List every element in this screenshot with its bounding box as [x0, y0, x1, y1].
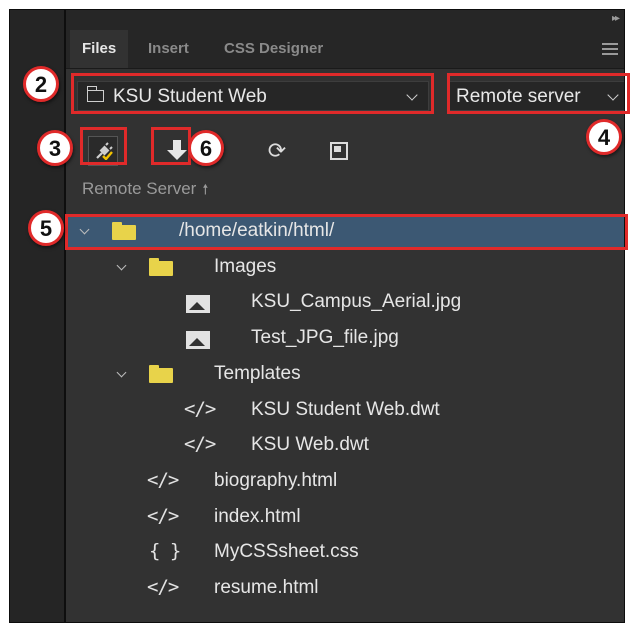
- tree-item-label: biography.html: [214, 470, 338, 491]
- tree-row-file[interactable]: </> KSU Student Web.dwt: [66, 394, 624, 428]
- remote-server-label: Remote Server: [82, 179, 197, 198]
- tree-item-label: KSU Student Web.dwt: [251, 399, 440, 420]
- refresh-icon: ⟳: [267, 138, 287, 163]
- tree-item-label: Templates: [214, 363, 301, 384]
- image-file-icon: [186, 331, 210, 349]
- tree-row-file[interactable]: KSU_Campus_Aerial.jpg: [66, 286, 624, 320]
- callout-badge-4: 4: [586, 119, 622, 155]
- tree-item-label: MyCSSsheet.css: [214, 541, 359, 562]
- root-folder-highlight: [65, 214, 628, 250]
- tree-row-file[interactable]: </> KSU Web.dwt: [66, 429, 624, 463]
- code-file-icon: </>: [147, 469, 179, 491]
- code-file-icon: </>: [184, 433, 216, 455]
- tree-row-file[interactable]: Test_JPG_file.jpg: [66, 322, 624, 356]
- tab-css-designer[interactable]: CSS Designer: [224, 30, 323, 68]
- tree-item-label: KSU_Campus_Aerial.jpg: [251, 291, 462, 312]
- get-button-highlight: [151, 127, 191, 165]
- tree-row-file[interactable]: </> index.html: [66, 501, 624, 535]
- panel-menu-icon[interactable]: [602, 43, 618, 55]
- callout-badge-6: 6: [188, 130, 224, 166]
- image-file-icon: [186, 295, 210, 313]
- tree-row-file[interactable]: { } MyCSSsheet.css: [66, 536, 624, 570]
- tree-item-label: index.html: [214, 506, 301, 527]
- expand-view-button[interactable]: [324, 136, 354, 166]
- sort-up-arrow-icon[interactable]: 🠕: [202, 179, 208, 203]
- collapse-panel-icon[interactable]: ▸▸: [612, 13, 620, 24]
- tree-row-file[interactable]: </> biography.html: [66, 465, 624, 499]
- tree-item-label: Images: [214, 256, 277, 277]
- callout-badge-5: 5: [28, 210, 64, 246]
- chevron-down-icon[interactable]: [116, 260, 127, 271]
- tree-item-label: KSU Web.dwt: [251, 434, 369, 455]
- callout-badge-3: 3: [37, 130, 73, 166]
- code-file-icon: </>: [184, 398, 216, 420]
- folder-icon: [149, 258, 173, 276]
- expand-view-icon: [330, 142, 348, 160]
- server-dropdown-highlight: [447, 73, 630, 114]
- tree-item-label: Test_JPG_file.jpg: [251, 327, 399, 348]
- tree-item-label: resume.html: [214, 577, 319, 598]
- css-file-icon: { }: [149, 540, 181, 562]
- callout-badge-2: 2: [23, 66, 59, 102]
- site-dropdown-highlight: [71, 73, 434, 114]
- tree-row-file[interactable]: </> resume.html: [66, 572, 624, 606]
- code-file-icon: </>: [147, 505, 179, 527]
- connect-button-highlight: [80, 127, 127, 165]
- panel-tabs: Files Insert CSS Designer: [66, 30, 624, 69]
- tab-insert[interactable]: Insert: [148, 30, 189, 68]
- refresh-button[interactable]: ⟳: [262, 136, 292, 166]
- tab-files[interactable]: Files: [70, 30, 129, 68]
- chevron-down-icon[interactable]: [116, 367, 127, 378]
- folder-icon: [149, 365, 173, 383]
- tree-row-folder[interactable]: Templates: [66, 358, 624, 392]
- tree-row-folder[interactable]: Images: [66, 251, 624, 285]
- code-file-icon: </>: [147, 576, 179, 598]
- remote-server-header: Remote Server 🠕: [82, 179, 208, 203]
- panel-topbar: ▸▸: [66, 10, 624, 30]
